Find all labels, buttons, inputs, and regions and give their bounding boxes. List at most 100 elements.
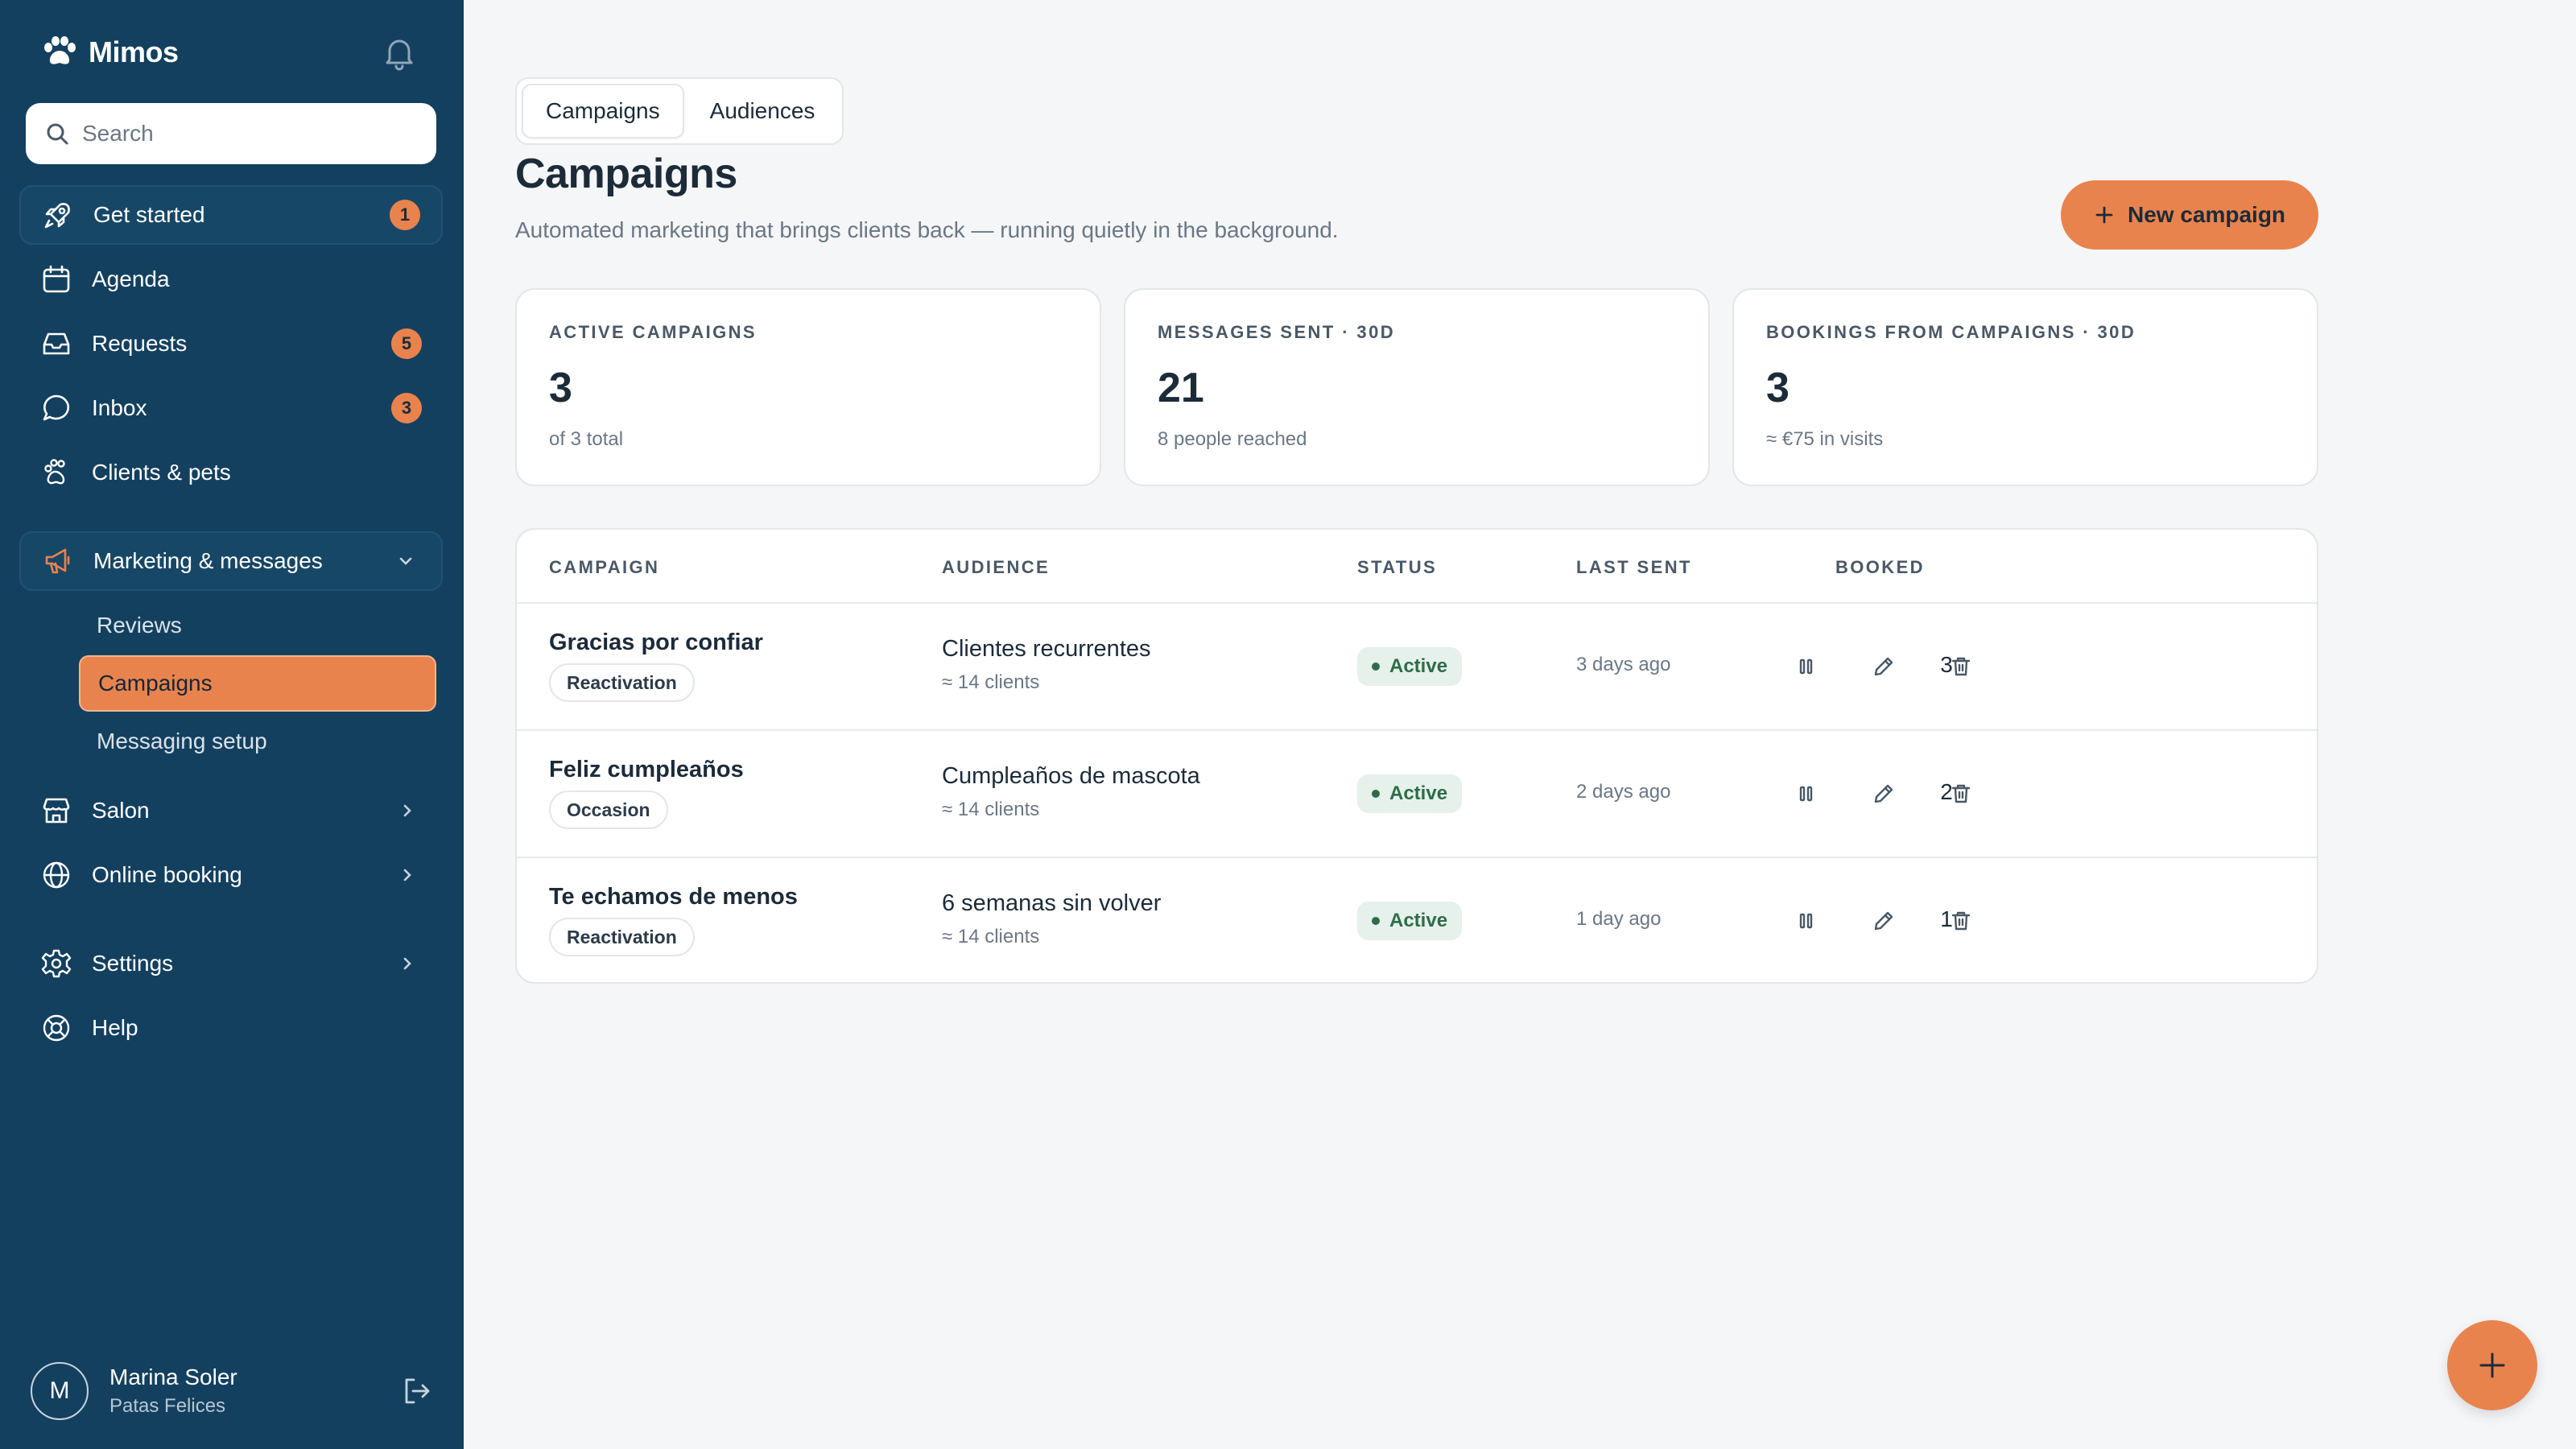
brand[interactable]: Mimos	[42, 32, 179, 72]
notifications-bell-icon[interactable]	[383, 35, 415, 71]
sidebar-item-agenda[interactable]: Agenda	[19, 250, 443, 309]
stat-label: MESSAGES SENT · 30D	[1158, 322, 1395, 342]
inbox-tray-icon	[40, 328, 72, 360]
campaign-name[interactable]: Feliz cumpleaños	[549, 757, 744, 783]
stat-value: 3	[549, 365, 572, 411]
table-header: CAMPAIGN AUDIENCE STATUS LAST SENT BOOKE…	[517, 530, 2317, 604]
stat-value: 3	[1766, 365, 1790, 411]
table-row[interactable]: Te echamos de menos Reactivation 6 seman…	[517, 858, 2317, 982]
chat-bubble-icon	[40, 392, 72, 424]
sidebar-item-label: Get started	[93, 202, 205, 227]
campaigns-table: CAMPAIGN AUDIENCE STATUS LAST SENT BOOKE…	[515, 528, 2318, 984]
sidebar-item-clients-pets[interactable]: Clients & pets	[19, 443, 443, 502]
table-row[interactable]: Gracias por confiar Reactivation Cliente…	[517, 604, 2317, 731]
chevron-right-icon	[403, 804, 411, 817]
audience-size: ≈ 14 clients	[942, 926, 1040, 947]
count-badge: 5	[391, 328, 422, 359]
sidebar-item-requests[interactable]: Requests 5	[19, 314, 443, 374]
sidebar-item-help[interactable]: Help	[19, 998, 443, 1058]
new-campaign-label: New campaign	[2127, 202, 2286, 227]
column-header-last-sent[interactable]: LAST SENT	[1576, 557, 1692, 578]
table-row[interactable]: Feliz cumpleaños Occasion Cumpleaños de …	[517, 731, 2317, 858]
chevron-right-icon	[403, 869, 411, 881]
sidebar-item-settings[interactable]: Settings	[19, 934, 443, 993]
audience-size: ≈ 14 clients	[942, 799, 1040, 820]
trash-icon[interactable]	[1943, 649, 1979, 684]
sidebar-item-label: Marketing & messages	[93, 548, 323, 573]
edit-pencil-icon[interactable]	[1866, 649, 1901, 684]
storefront-icon	[40, 795, 72, 827]
new-campaign-button[interactable]: New campaign	[2061, 180, 2318, 250]
stat-note: 8 people reached	[1158, 428, 1307, 450]
audience-name: Clientes recurrentes	[942, 636, 1151, 662]
last-sent: 1 day ago	[1576, 908, 1662, 930]
logout-icon[interactable]	[401, 1375, 433, 1407]
campaign-name[interactable]: Gracias por confiar	[549, 630, 763, 656]
trash-icon[interactable]	[1943, 903, 1979, 939]
sidebar-item-label: Settings	[92, 951, 174, 976]
column-header-status[interactable]: STATUS	[1357, 557, 1437, 578]
edit-pencil-icon[interactable]	[1866, 776, 1901, 811]
sidebar-subitem-campaigns[interactable]: Campaigns	[79, 655, 436, 712]
audience-name: Cumpleaños de mascota	[942, 763, 1200, 789]
column-header-campaign[interactable]: CAMPAIGN	[549, 557, 659, 578]
count-badge: 1	[390, 200, 420, 230]
stat-card-active-campaigns: ACTIVE CAMPAIGNS 3 of 3 total	[515, 288, 1101, 486]
status-dot	[1372, 790, 1380, 798]
view-tabs: Campaigns Audiences	[515, 77, 844, 145]
search-icon	[47, 123, 68, 145]
last-sent: 2 days ago	[1576, 781, 1671, 803]
campaign-type-tag: Occasion	[549, 791, 668, 829]
plus-icon	[2095, 206, 2113, 224]
chevron-down-icon	[399, 557, 412, 565]
sidebar-item-marketing-messages[interactable]: Marketing & messages	[19, 531, 443, 591]
sidebar-item-online-booking[interactable]: Online booking	[19, 845, 443, 905]
tab-campaigns[interactable]: Campaigns	[522, 84, 684, 138]
edit-pencil-icon[interactable]	[1866, 903, 1901, 939]
tab-audiences[interactable]: Audiences	[687, 84, 838, 138]
column-header-audience[interactable]: AUDIENCE	[942, 557, 1050, 578]
calendar-icon	[40, 263, 72, 295]
sidebar-subitem-messaging-setup[interactable]: Messaging setup	[79, 713, 436, 770]
status-label: Active	[1389, 910, 1448, 931]
megaphone-icon	[42, 545, 74, 577]
stat-note: of 3 total	[549, 428, 624, 450]
sidebar-item-label: Requests	[92, 331, 188, 356]
floating-add-button[interactable]	[2447, 1320, 2537, 1410]
audience-name: 6 semanas sin volver	[942, 890, 1162, 916]
sidebar-item-label: Clients & pets	[92, 460, 231, 485]
campaign-type-tag: Reactivation	[549, 663, 695, 702]
trash-icon[interactable]	[1943, 776, 1979, 811]
search-box[interactable]	[26, 103, 436, 164]
status-dot	[1372, 663, 1380, 671]
globe-icon	[40, 859, 72, 891]
campaign-type-tag: Reactivation	[549, 918, 695, 956]
paw-logo-icon	[44, 36, 76, 64]
stat-note: ≈ €75 in visits	[1766, 428, 1884, 450]
sidebar-item-salon[interactable]: Salon	[19, 781, 443, 840]
sidebar-item-label: Help	[92, 1015, 138, 1040]
status-badge: Active	[1357, 647, 1463, 686]
pause-icon[interactable]	[1789, 776, 1824, 811]
plus-icon	[2479, 1352, 2505, 1378]
avatar: M	[31, 1362, 89, 1420]
page-subtitle: Automated marketing that brings clients …	[515, 217, 1339, 242]
sidebar-item-get-started[interactable]: Get started 1	[19, 185, 443, 245]
column-header-booked[interactable]: BOOKED	[1835, 557, 1925, 578]
status-badge: Active	[1357, 902, 1463, 940]
paw-icon	[40, 456, 72, 489]
pause-icon[interactable]	[1789, 903, 1824, 939]
page-title: Campaigns	[515, 151, 737, 197]
stat-label: ACTIVE CAMPAIGNS	[549, 322, 758, 342]
sidebar: Mimos Get started 1 Agenda Requests 5	[0, 0, 464, 1449]
campaign-name[interactable]: Te echamos de menos	[549, 884, 798, 910]
rocket-icon	[42, 199, 74, 231]
stat-card-bookings-from-campaigns: BOOKINGS FROM CAMPAIGNS · 30D 3 ≈ €75 in…	[1732, 288, 2318, 486]
search-input[interactable]	[82, 121, 404, 147]
user-profile[interactable]: M Marina Soler Patas Felices	[31, 1360, 433, 1422]
sidebar-subitem-reviews[interactable]: Reviews	[79, 597, 436, 654]
sidebar-item-inbox[interactable]: Inbox 3	[19, 378, 443, 438]
pause-icon[interactable]	[1789, 649, 1824, 684]
user-organization: Patas Felices	[109, 1395, 226, 1417]
status-dot	[1372, 917, 1380, 925]
